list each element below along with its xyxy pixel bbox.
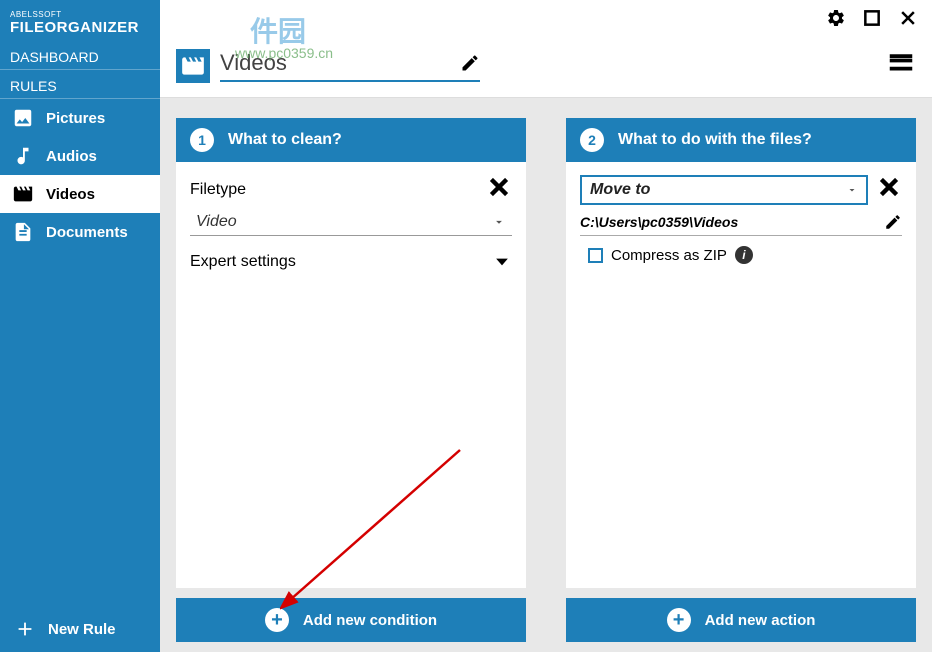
page-icon <box>176 49 210 83</box>
sidebar-item-label: Documents <box>46 224 128 241</box>
sidebar-item-videos[interactable]: Videos <box>0 175 160 213</box>
close-button[interactable] <box>898 8 918 33</box>
compress-label: Compress as ZIP <box>611 247 727 264</box>
add-action-label: Add new action <box>705 612 816 629</box>
sidebar: ABELSSOFT FILEORGANIZER DASHBOARD RULES … <box>0 0 160 652</box>
action-value: Move to <box>590 181 846 199</box>
maximize-button[interactable] <box>862 8 882 33</box>
brand-small: ABELSSOFT <box>10 10 150 19</box>
brand-big: FILEORGANIZER <box>10 19 150 36</box>
destination-path[interactable]: C:\Users\pc0359\Videos <box>580 213 902 236</box>
sidebar-item-pictures[interactable]: Pictures <box>0 99 160 137</box>
new-rule-label: New Rule <box>48 621 116 638</box>
expert-settings-toggle[interactable]: Expert settings <box>190 248 512 276</box>
panel-conditions: 1 What to clean? Filetype Video <box>176 118 526 588</box>
compress-checkbox[interactable] <box>588 248 603 263</box>
sidebar-item-label: Pictures <box>46 110 105 127</box>
video-clapper-icon <box>180 53 206 79</box>
sidebar-item-audios[interactable]: Audios <box>0 137 160 175</box>
remove-condition-button[interactable] <box>486 174 512 205</box>
expert-label: Expert settings <box>190 253 296 271</box>
menu-button[interactable] <box>886 48 916 83</box>
logo: ABELSSOFT FILEORGANIZER <box>0 0 160 41</box>
close-icon <box>898 8 918 28</box>
path-value: C:\Users\pc0359\Videos <box>580 214 876 230</box>
panel2-body: Move to C:\Users\pc0359\Videos Compre <box>566 162 916 588</box>
sidebar-item-label: Videos <box>46 186 95 203</box>
remove-action-button[interactable] <box>876 174 902 205</box>
add-action-button[interactable]: + Add new action <box>566 598 916 642</box>
main: 件园 www.pc0359.cn Videos 1 <box>160 0 932 652</box>
flow-arrow <box>680 478 705 528</box>
panel-actions: 2 What to do with the files? Move to <box>566 118 916 588</box>
music-icon <box>12 145 34 167</box>
gear-icon <box>826 8 846 28</box>
pencil-icon[interactable] <box>884 213 902 231</box>
content: 1 What to clean? Filetype Video <box>160 98 932 598</box>
plus-circle-icon: + <box>265 608 289 632</box>
sidebar-item-documents[interactable]: Documents <box>0 213 160 251</box>
settings-button[interactable] <box>826 8 846 33</box>
step-number: 1 <box>190 128 214 152</box>
filetype-select[interactable]: Video <box>190 209 512 236</box>
titlebar <box>160 0 932 40</box>
add-condition-label: Add new condition <box>303 612 437 629</box>
maximize-icon <box>862 8 882 28</box>
plus-circle-icon: + <box>667 608 691 632</box>
plus-icon <box>14 618 36 640</box>
page-title-text: Videos <box>220 50 460 76</box>
rules-list: Pictures Audios Videos Documents <box>0 99 160 251</box>
page-header: Videos <box>160 40 932 98</box>
document-icon <box>12 221 34 243</box>
hamburger-icon <box>886 48 916 78</box>
new-rule-button[interactable]: New Rule <box>0 606 160 652</box>
x-icon <box>486 174 512 200</box>
action-select[interactable]: Move to <box>580 175 868 205</box>
chevron-down-icon <box>492 252 512 272</box>
image-icon <box>12 107 34 129</box>
video-icon <box>12 183 34 205</box>
filetype-value: Video <box>196 213 492 231</box>
panel1-title: What to clean? <box>228 131 342 149</box>
panel1-body: Filetype Video Expert settings <box>176 162 526 588</box>
panel2-title: What to do with the files? <box>618 131 812 149</box>
x-icon <box>876 174 902 200</box>
rules-header: RULES <box>0 70 160 99</box>
pencil-icon[interactable] <box>460 53 480 73</box>
panel2-header: 2 What to do with the files? <box>566 118 916 162</box>
step-number: 2 <box>580 128 604 152</box>
chevron-down-icon <box>846 184 858 196</box>
filetype-label: Filetype <box>190 181 246 199</box>
footer: + Add new condition + Add new action <box>160 598 932 652</box>
page-title[interactable]: Videos <box>220 50 480 82</box>
panel1-header: 1 What to clean? <box>176 118 526 162</box>
dashboard-header[interactable]: DASHBOARD <box>0 41 160 70</box>
sidebar-item-label: Audios <box>46 148 97 165</box>
info-button[interactable]: i <box>735 246 753 264</box>
chevron-down-icon <box>492 215 506 229</box>
add-condition-button[interactable]: + Add new condition <box>176 598 526 642</box>
